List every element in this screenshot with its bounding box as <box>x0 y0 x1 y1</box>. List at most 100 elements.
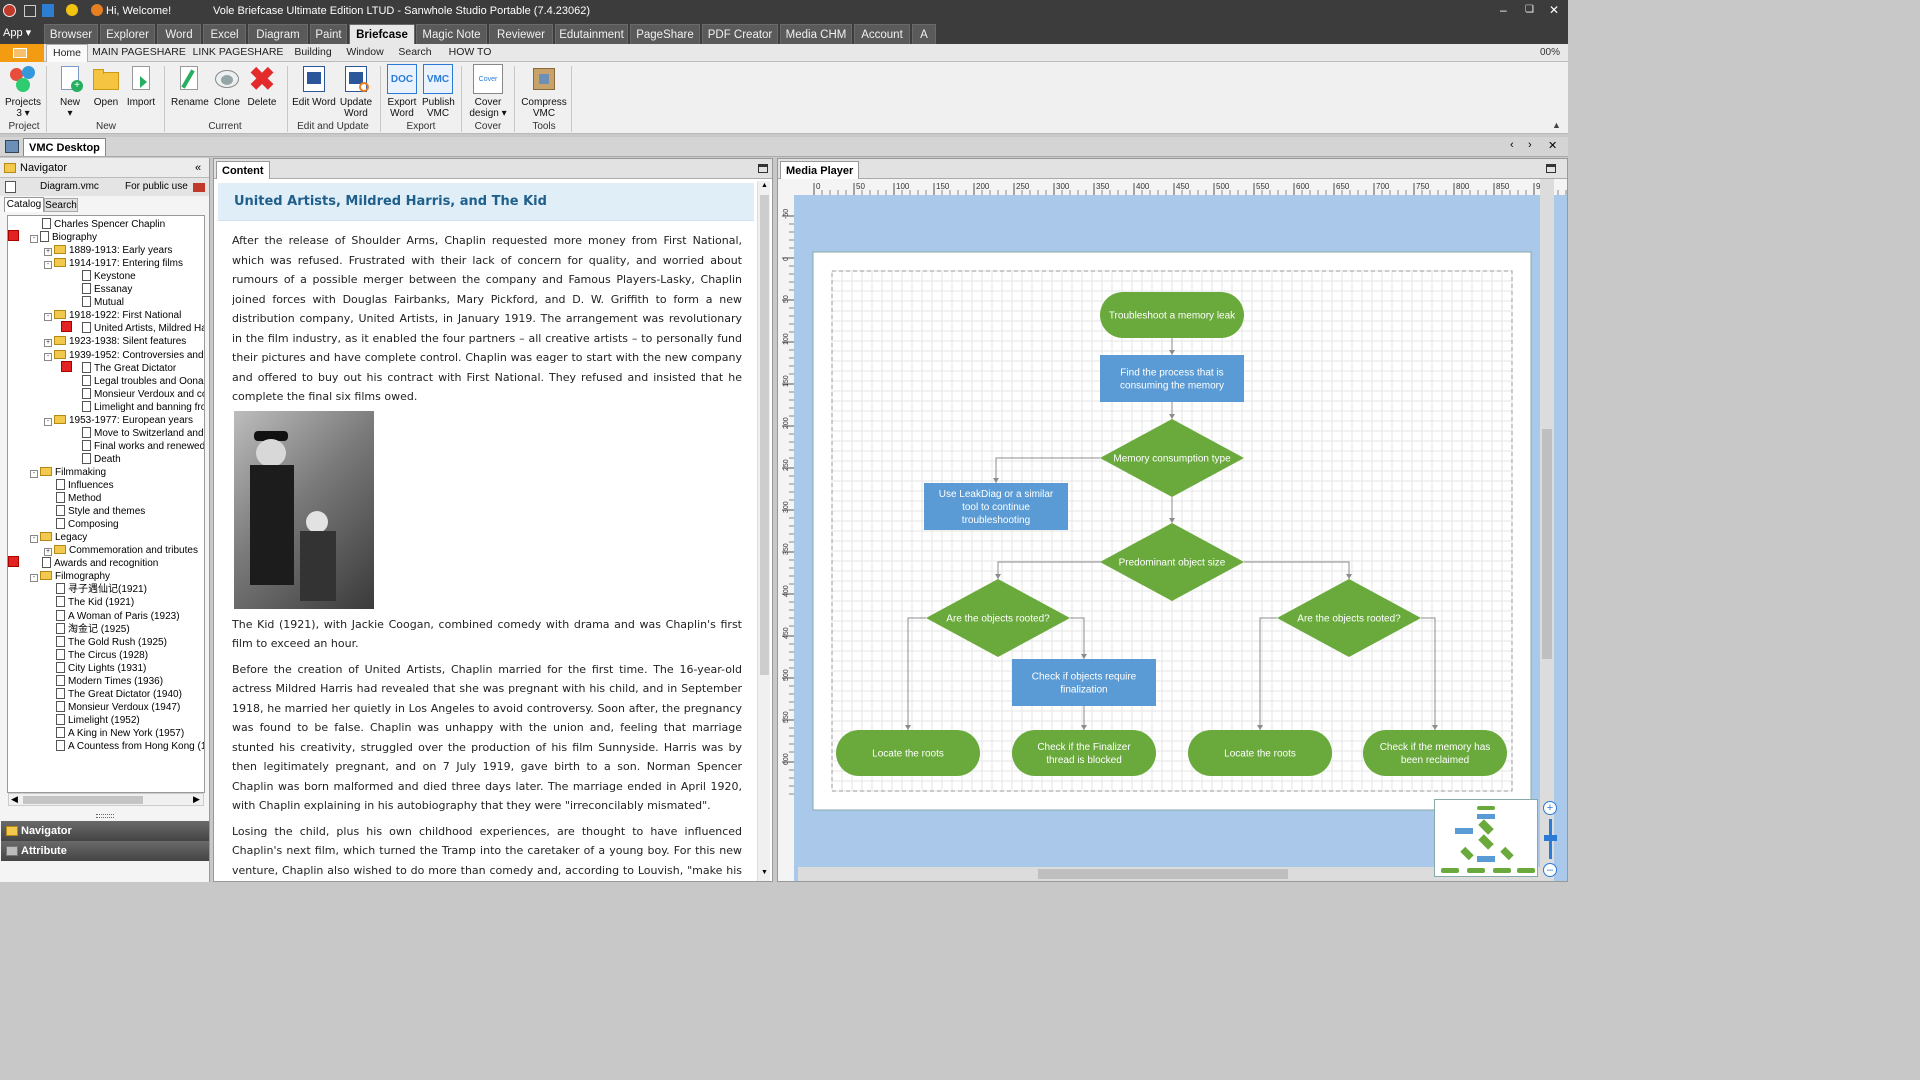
flow-node-reclaimed[interactable]: Check if the memory has been reclaimed <box>1363 730 1507 776</box>
maximize-content-icon[interactable] <box>758 164 768 173</box>
close-tab-icon[interactable]: ✕ <box>1548 139 1557 152</box>
sub-tab-how-to[interactable]: HOW TO <box>440 44 500 62</box>
export-word-button[interactable]: DOC Export Word <box>386 64 418 119</box>
menu-tab-a[interactable]: A <box>912 24 936 44</box>
zoom-in-icon[interactable]: + <box>1543 801 1557 815</box>
flow-node-find[interactable]: Find the process that is consuming the me… <box>1100 355 1244 402</box>
expand-toggle-icon[interactable]: + <box>44 548 52 557</box>
flow-node-roots-right[interactable]: Locate the roots <box>1188 730 1332 776</box>
clone-button[interactable]: Clone <box>211 64 243 108</box>
tree-item[interactable]: A Countess from Hong Kong (19 <box>44 740 204 753</box>
grid-icon[interactable] <box>24 5 36 17</box>
import-button[interactable]: Import <box>125 64 157 108</box>
menu-tab-excel[interactable]: Excel <box>203 24 246 44</box>
tree-item[interactable]: - 1914-1917: Entering films <box>44 257 183 270</box>
tree-item[interactable]: A Woman of Paris (1923) <box>44 609 180 623</box>
sub-tab-home[interactable]: Home <box>46 44 88 62</box>
menu-tab-diagram[interactable]: Diagram <box>248 24 308 44</box>
menu-tab-pageshare[interactable]: PageShare <box>630 24 700 44</box>
scroll-thumb[interactable] <box>23 796 143 804</box>
menu-tab-paint[interactable]: Paint <box>310 24 347 44</box>
close-button[interactable]: ✕ <box>1549 3 1559 17</box>
tree-item[interactable]: Move to Switzerland and <box>70 426 204 440</box>
navigator-bottom-tab[interactable]: Navigator <box>1 821 209 841</box>
tree-item[interactable]: Influences <box>44 479 114 492</box>
expand-toggle-icon[interactable]: + <box>44 248 52 257</box>
edit-word-button[interactable]: Edit Word <box>292 64 336 108</box>
content-tab[interactable]: Content <box>216 161 270 179</box>
tree-item[interactable]: 寻子遇仙记(1921) <box>44 583 147 596</box>
tree-item[interactable]: 淘金记 (1925) <box>44 622 130 636</box>
sub-tab-building[interactable]: Building <box>288 44 338 62</box>
update-word-button[interactable]: Update Word <box>339 64 373 119</box>
tree-item[interactable]: City Lights (1931) <box>44 661 146 675</box>
attribute-bottom-tab[interactable]: Attribute <box>1 841 209 861</box>
tree-item[interactable]: + Commemoration and tributes <box>44 544 198 557</box>
tree-item[interactable]: - Biography <box>30 231 97 244</box>
restore-button[interactable]: ❏ <box>1525 4 1534 15</box>
menu-tab-briefcase[interactable]: Briefcase <box>349 24 415 44</box>
zoom-control[interactable]: + – <box>1542 799 1560 881</box>
menu-tab-word[interactable]: Word <box>157 24 201 44</box>
menu-tab-pdf-creator[interactable]: PDF Creator <box>702 24 778 44</box>
tree-item[interactable]: - Legacy <box>30 531 87 544</box>
tree-horizontal-scrollbar[interactable]: ◀ ▶ <box>8 793 204 806</box>
expand-toggle-icon[interactable]: - <box>44 313 52 322</box>
tree-item[interactable]: +1889-1913: Early years <box>44 244 172 257</box>
tree-item[interactable]: - 1918-1922: First National <box>44 309 181 322</box>
vmc-desktop-tab[interactable]: VMC Desktop <box>23 138 106 156</box>
tree-item[interactable]: Limelight (1952) <box>44 713 140 727</box>
quick-access-button[interactable] <box>0 44 44 62</box>
tree-item[interactable]: - Filmmaking <box>30 466 106 479</box>
publish-vmc-button[interactable]: VMC Publish VMC <box>422 64 455 119</box>
menu-tab-account[interactable]: Account <box>854 24 910 44</box>
sub-tab-search[interactable]: Search <box>392 44 438 62</box>
minimize-button[interactable]: – <box>1500 3 1507 17</box>
catalog-tab[interactable]: Catalog <box>4 197 44 212</box>
tree-item[interactable]: Composing <box>44 518 119 531</box>
flow-node-start[interactable]: Troubleshoot a memory leak <box>1100 292 1244 338</box>
cover-design-button[interactable]: Cover Cover design ▾ <box>469 64 507 119</box>
tree-item[interactable]: Death <box>70 452 121 466</box>
tree-item[interactable]: The Gold Rush (1925) <box>44 635 167 649</box>
tree-item[interactable]: Style and themes <box>44 505 145 518</box>
tree-item[interactable]: Final works and renewed <box>70 439 204 453</box>
menu-tab-reviewer[interactable]: Reviewer <box>489 24 553 44</box>
tree-item[interactable]: Keystone <box>70 270 136 283</box>
search-tab[interactable]: Search <box>44 198 78 212</box>
tree-item[interactable]: United Artists, Mildred Ha <box>70 322 204 335</box>
zoom-out-icon[interactable]: – <box>1543 863 1557 877</box>
content-scroll-thumb[interactable] <box>760 195 769 675</box>
tree-item[interactable]: Limelight and banning fro <box>70 400 204 414</box>
tree-item[interactable]: +1923-1938: Silent features <box>44 335 186 348</box>
tree-item[interactable]: The Great Dictator (1940) <box>44 687 182 701</box>
sub-tab-main-pageshare[interactable]: MAIN PAGESHARE <box>90 44 188 62</box>
expand-toggle-icon[interactable]: - <box>30 535 38 544</box>
delete-button[interactable]: ✖ Delete <box>246 63 278 108</box>
tree-item[interactable]: Method <box>44 492 101 505</box>
tree-item[interactable]: Mutual <box>70 296 124 309</box>
tree-item[interactable]: Monsieur Verdoux and co <box>70 387 204 401</box>
minimap[interactable] <box>1434 799 1538 877</box>
new-button[interactable]: + New ▾ <box>54 64 86 119</box>
app-menu-button[interactable]: App ▾ <box>3 26 31 42</box>
tree-item[interactable]: The Great Dictator <box>70 361 176 375</box>
tree-item[interactable]: Monsieur Verdoux (1947) <box>44 700 180 714</box>
expand-toggle-icon[interactable]: - <box>44 261 52 270</box>
flow-node-roots-left[interactable]: Locate the roots <box>836 730 980 776</box>
menu-tab-browser[interactable]: Browser <box>44 24 98 44</box>
compress-vmc-button[interactable]: Compress VMC <box>521 64 567 119</box>
tree-item[interactable]: Awards and recognition <box>30 557 158 570</box>
tree-item[interactable]: Modern Times (1936) <box>44 674 163 688</box>
file-row[interactable]: Diagram.vmc For public use <box>0 178 209 196</box>
collapse-navigator-icon[interactable]: « <box>195 158 201 178</box>
maximize-media-icon[interactable] <box>1546 164 1556 173</box>
tree-item[interactable]: Charles Spencer Chaplin <box>30 218 165 231</box>
rename-button[interactable]: Rename <box>171 64 209 108</box>
tree-item[interactable]: Legal troubles and Oona O <box>70 374 204 388</box>
expand-toggle-icon[interactable]: - <box>30 235 38 244</box>
sub-tab-window[interactable]: Window <box>340 44 390 62</box>
sub-tab-link-pageshare[interactable]: LINK PAGESHARE <box>190 44 286 62</box>
menu-tab-explorer[interactable]: Explorer <box>100 24 155 44</box>
app64-icon[interactable] <box>42 4 54 17</box>
